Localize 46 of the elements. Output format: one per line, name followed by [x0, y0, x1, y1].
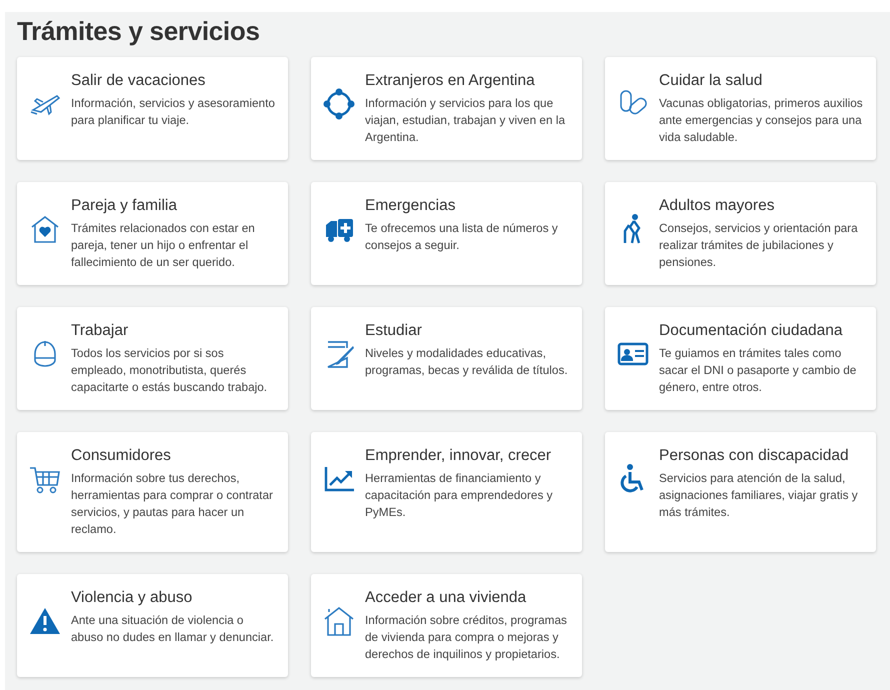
service-card[interactable]: Pareja y familia Trámites relacionados con estar en pareja, tener un hijo o enfrentar el fallecimiento de un ser querido. [17, 182, 288, 285]
card-description: Servicios para atención de la salud, asignaciones familiares, viajar gratis y más trámites. [659, 470, 859, 521]
card-description: Información sobre tus derechos, herramientas para comprar o contratar servicios, y pautas para hacer un reclamo. [71, 470, 274, 538]
house-heart-icon [29, 213, 61, 245]
card-title[interactable]: Emprender, innovar, crecer [365, 446, 572, 466]
card-title[interactable]: Estudiar [365, 321, 572, 341]
card-description: Te ofrecemos una lista de números y consejos a seguir. [365, 220, 559, 254]
service-card[interactable]: Cuidar la salud Vacunas obligatorias, primeros auxilios ante emergencias y consejos para una vida saludable. [605, 57, 876, 160]
service-card[interactable]: Trabajar Todos los servicios por si sos empleado, monotributista, querés capacitarte o estás buscando trabajo. [17, 307, 288, 410]
card-title[interactable]: Acceder a una vivienda [365, 588, 572, 608]
service-card[interactable]: Adultos mayores Consejos, servicios y orientación para realizar trámites de jubilaciones y pensiones. [605, 182, 876, 285]
card-description: Todos los servicios por si sos empleado, monotributista, querés capacitarte o estás buscando trabajo. [71, 345, 268, 396]
card-description: Información y servicios para los que viajan, estudian, trabajan y viven en la Argentina. [365, 95, 566, 146]
card-description: Consejos, servicios y orientación para realizar trámites de jubilaciones y pensiones. [659, 220, 859, 271]
card-description: Trámites relacionados con estar en pareja, tener un hijo o enfrentar el fallecimiento de un ser querido. [71, 220, 256, 271]
card-description: Te guiamos en trámites tales como sacar el DNI o pasaporte y cambio de género, entre otros. [659, 345, 858, 396]
card-title[interactable]: Emergencias [365, 196, 572, 216]
card-title[interactable]: Adultos mayores [659, 196, 866, 216]
page-title: Trámites y servicios [17, 16, 261, 47]
service-card[interactable]: Extranjeros en Argentina Información y servicios para los que viajan, estudian, trabajan y viven en la Argentina. [311, 57, 582, 160]
service-card[interactable]: Acceder a una vivienda Información sobre créditos, programas de vivienda para compra o mejoras y derechos de inquilinos y propietarios. [311, 574, 582, 677]
card-description: Ante una situación de violencia o abuso no dudes en llamar y denunciar. [71, 612, 275, 646]
card-title[interactable]: Consumidores [71, 446, 278, 466]
service-card[interactable]: Salir de vacaciones Información, servicios y asesoramiento para planificar tu viaje. [17, 57, 288, 160]
card-title[interactable]: Cuidar la salud [659, 71, 866, 91]
service-card[interactable]: Estudiar Niveles y modalidades educativas, programas, becas y reválida de títulos. [311, 307, 582, 410]
house-icon [323, 605, 355, 637]
people-circle-icon [323, 88, 355, 120]
card-title[interactable]: Documentación ciudadana [659, 321, 866, 341]
card-title[interactable]: Violencia y abuso [71, 588, 278, 608]
service-card[interactable]: Emprender, innovar, crecer Herramientas de financiamiento y capacitación para emprendedores y PyMEs. [311, 432, 582, 552]
service-card[interactable]: Emergencias Te ofrecemos una lista de números y consejos a seguir. [311, 182, 582, 285]
service-card[interactable]: Personas con discapacidad Servicios para atención de la salud, asignaciones familiares, viajar gratis y más trámites. [605, 432, 876, 552]
card-description: Información, servicios y asesoramiento para planificar tu viaje. [71, 95, 276, 129]
card-title[interactable]: Trabajar [71, 321, 278, 341]
card-description: Herramientas de financiamiento y capacitación para emprendedores y PyMEs. [365, 470, 554, 521]
card-description: Vacunas obligatorias, primeros auxilios ante emergencias y consejos para una vida saludable. [659, 95, 864, 146]
card-title[interactable]: Extranjeros en Argentina [365, 71, 572, 91]
card-title[interactable]: Pareja y familia [71, 196, 278, 216]
card-description: Información sobre créditos, programas de vivienda para compra o mejoras y derechos de inquilinos y propietarios. [365, 612, 568, 663]
service-card[interactable]: Consumidores Información sobre tus derechos, herramientas para comprar o contratar servicios, y pautas para hacer un reclamo. [17, 432, 288, 552]
service-card[interactable]: Documentación ciudadana Te guiamos en trámites tales como sacar el DNI o pasaporte y cambio de género, entre otros. [605, 307, 876, 410]
card-title[interactable]: Salir de vacaciones [71, 71, 278, 91]
service-card[interactable]: Violencia y abuso Ante una situación de violencia o abuso no dudes en llamar y denunciar. [17, 574, 288, 677]
card-description: Niveles y modalidades educativas, programas, becas y reválida de títulos. [365, 345, 569, 379]
card-title[interactable]: Personas con discapacidad [659, 446, 866, 466]
